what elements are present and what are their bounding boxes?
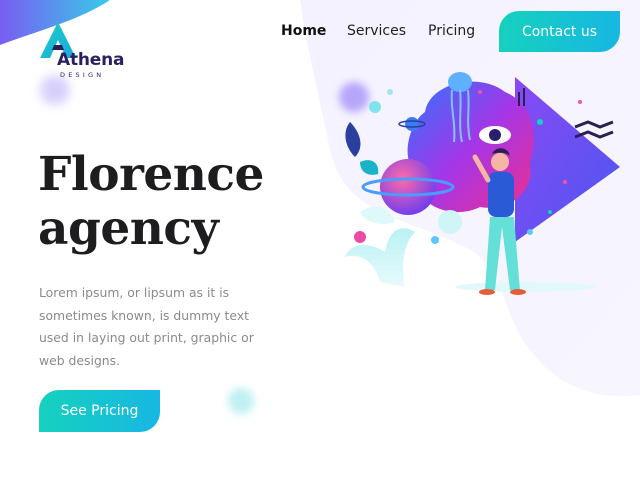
see-pricing-button[interactable]: See Pricing <box>39 390 160 432</box>
nav-link-pricing[interactable]: Pricing <box>428 23 475 39</box>
brand-logo[interactable]: Athena DESIGN <box>38 20 128 79</box>
brand-tagline: DESIGN <box>60 71 105 79</box>
decorative-blob <box>40 75 70 105</box>
hero-title-line-2: agency <box>38 201 219 256</box>
nav-link-services[interactable]: Services <box>347 23 406 39</box>
nav-link-home[interactable]: Home <box>281 23 326 39</box>
contact-us-button[interactable]: Contact us <box>499 11 620 52</box>
hero-title: Florence agency <box>38 148 298 256</box>
hero-description: Lorem ipsum, or lipsum as it is sometime… <box>39 285 254 368</box>
decorative-blob <box>228 388 254 414</box>
brand-name: Athena <box>57 50 125 70</box>
abstract-creative-illustration <box>345 72 620 295</box>
hero-title-line-1: Florence <box>38 147 264 202</box>
